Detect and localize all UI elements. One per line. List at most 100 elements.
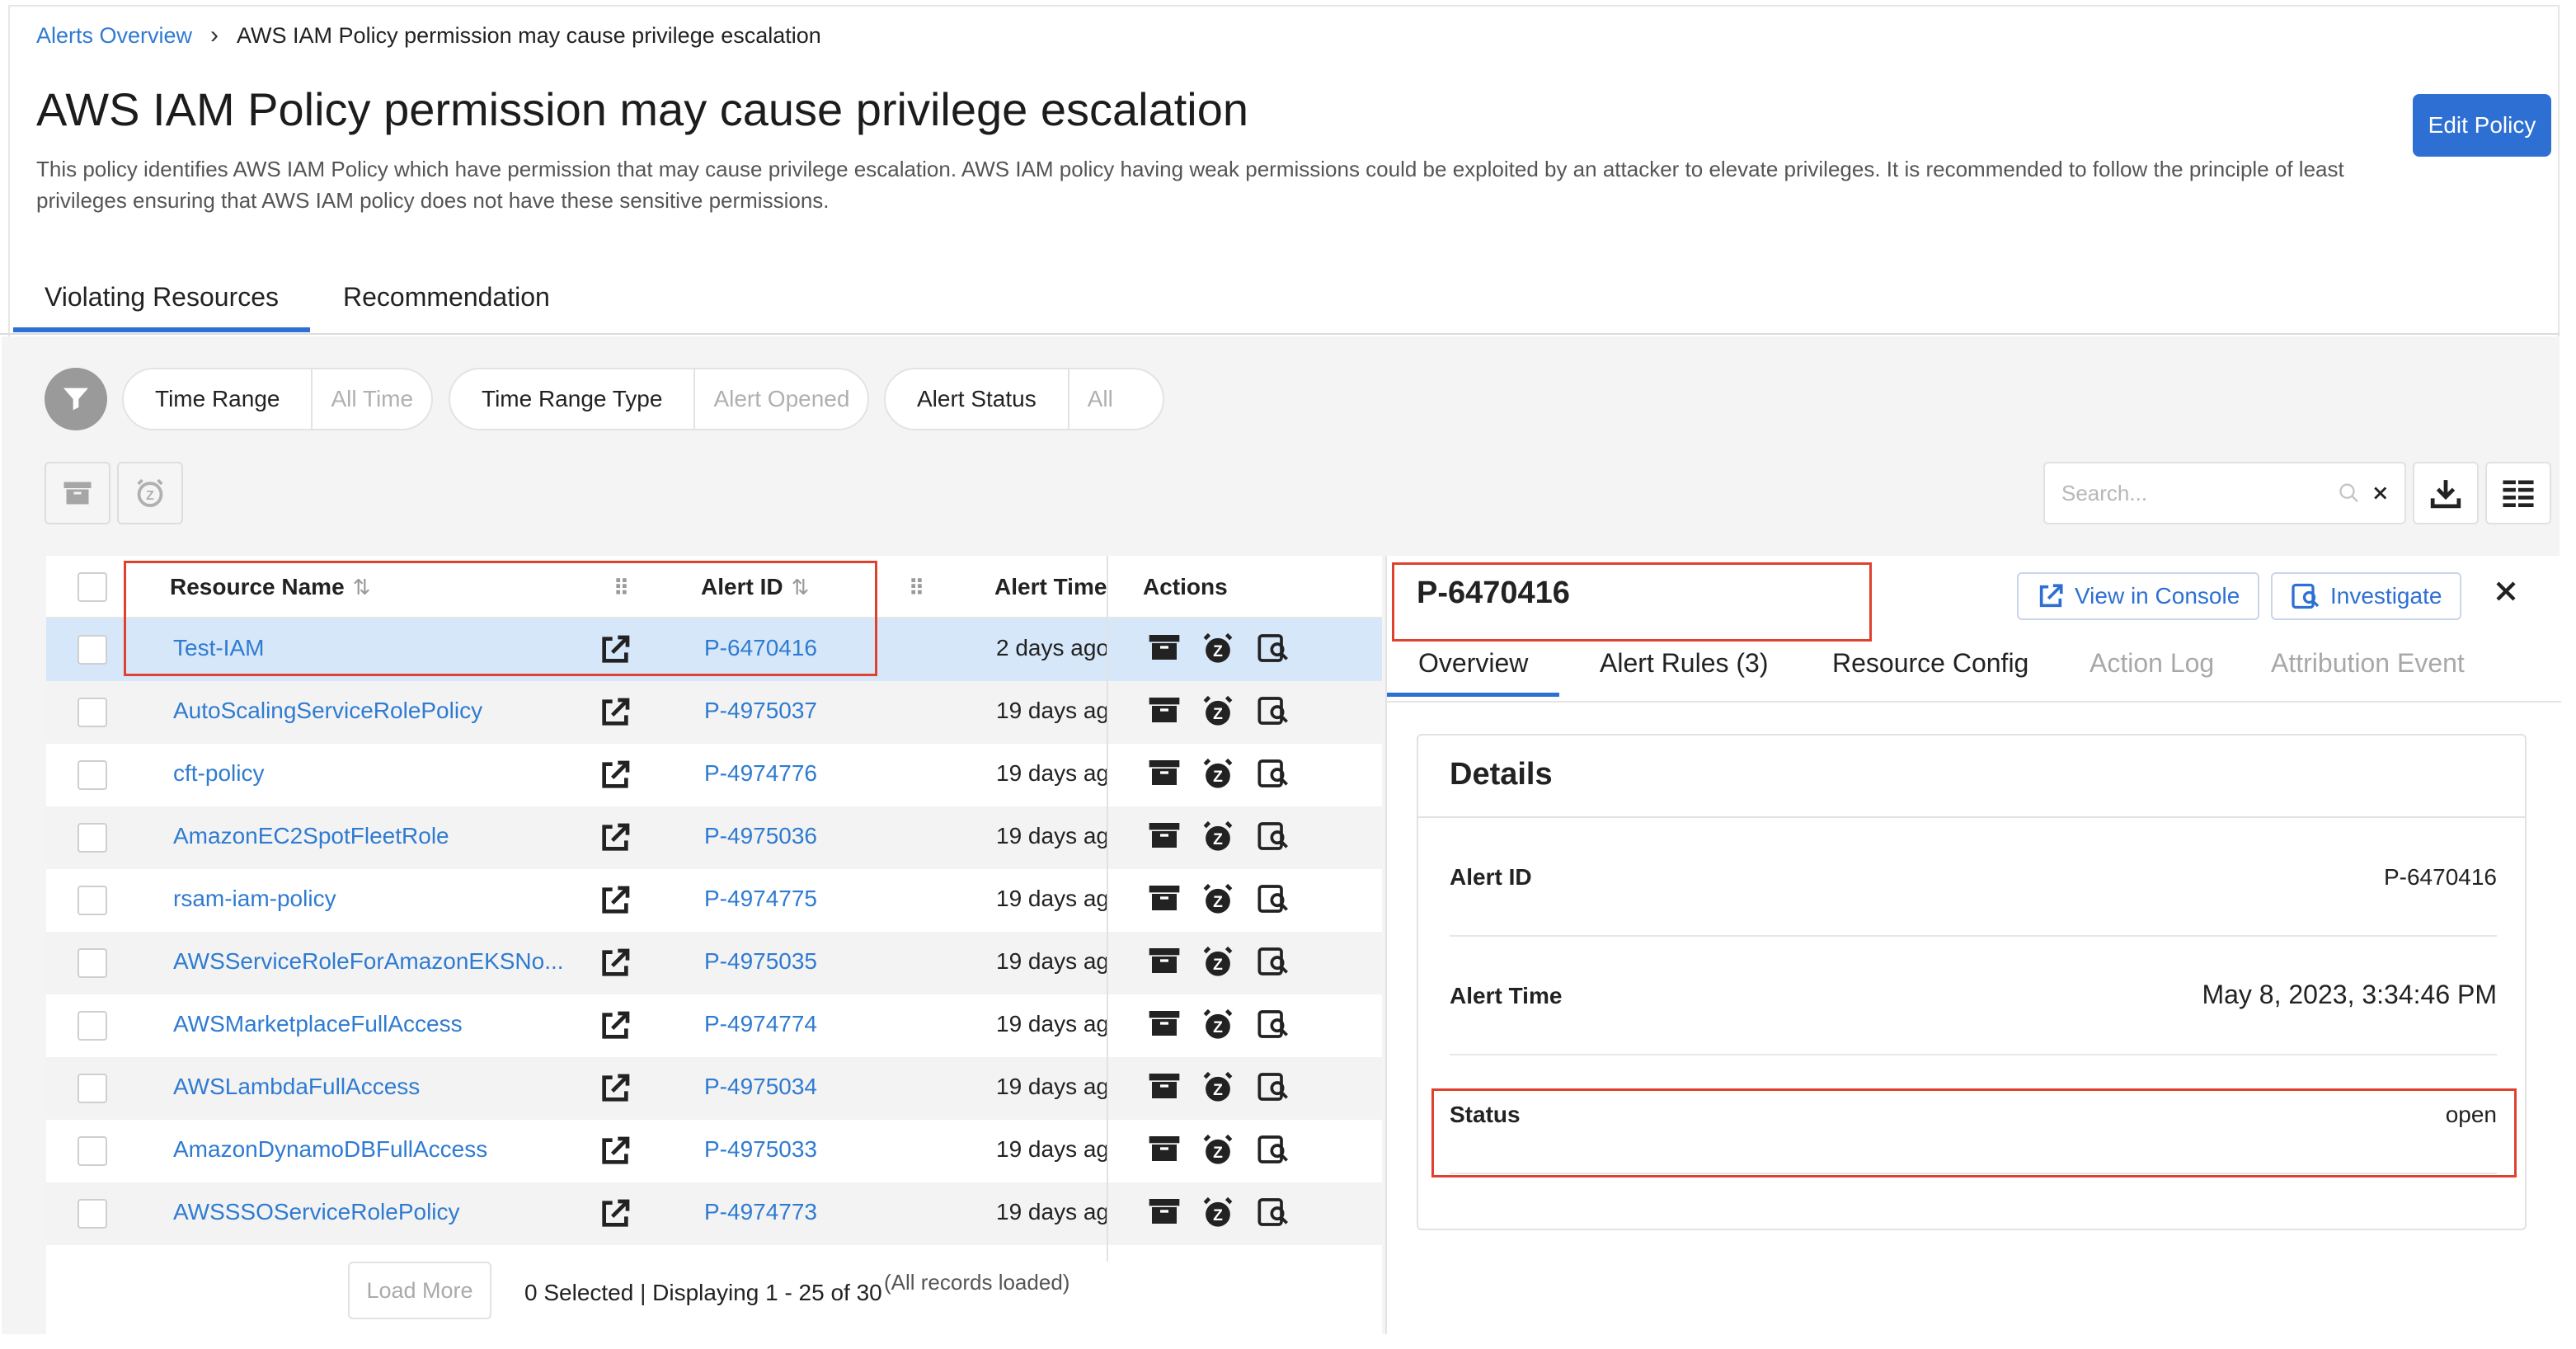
sort-icon[interactable]: ⇅	[353, 575, 371, 600]
close-panel-icon[interactable]	[2494, 579, 2518, 604]
alert-id-link[interactable]: P-4975035	[704, 948, 817, 975]
dismiss-action-archive-icon[interactable]	[1148, 694, 1181, 731]
breadcrumb-alerts-overview[interactable]: Alerts Overview	[36, 23, 192, 49]
investigate-action-icon[interactable]	[1257, 882, 1290, 921]
table-row[interactable]: AutoScalingServiceRolePolicy P-4975037 19 …	[46, 681, 1382, 744]
panel-tab-attribution-event[interactable]: Attribution Event	[2271, 648, 2465, 679]
column-header-resource-name[interactable]: Resource Name ⇅	[170, 574, 370, 600]
external-link-icon[interactable]	[599, 821, 632, 860]
dismiss-action-archive-icon[interactable]	[1148, 882, 1181, 919]
filter-icon[interactable]	[45, 368, 107, 430]
investigate-action-icon[interactable]	[1257, 1008, 1290, 1046]
row-checkbox[interactable]	[78, 1199, 107, 1229]
resource-name-link[interactable]: AmazonDynamoDBFullAccess	[173, 1136, 602, 1163]
dismiss-action-archive-icon[interactable]	[1148, 632, 1181, 669]
external-link-icon[interactable]	[599, 884, 632, 923]
row-checkbox[interactable]	[78, 1136, 107, 1166]
alert-id-link[interactable]: P-4974774	[704, 1011, 817, 1037]
resource-name-link[interactable]: AutoScalingServiceRolePolicy	[173, 698, 602, 724]
row-checkbox[interactable]	[78, 1011, 107, 1041]
external-link-icon[interactable]	[599, 1009, 632, 1048]
table-row[interactable]: AmazonEC2SpotFleetRole P-4975036 19 days a…	[46, 806, 1382, 869]
alert-id-link[interactable]: P-4974773	[704, 1199, 817, 1225]
filter-time-range[interactable]: Time Range All Time	[122, 368, 434, 430]
investigate-action-icon[interactable]	[1257, 1196, 1290, 1234]
row-checkbox[interactable]	[78, 823, 107, 853]
dismiss-action-archive-icon[interactable]	[1148, 820, 1181, 857]
select-all-checkbox[interactable]	[78, 572, 107, 602]
dismiss-action-archive-icon[interactable]	[1148, 1008, 1181, 1045]
search-input[interactable]	[2061, 480, 2338, 506]
resource-name-link[interactable]: cft-policy	[173, 760, 602, 787]
investigate-action-icon[interactable]	[1257, 757, 1290, 796]
table-row[interactable]: AWSServiceRoleForAmazonEKSNo... P-4975035…	[46, 932, 1382, 994]
investigate-action-icon[interactable]	[1257, 820, 1290, 858]
resource-name-link[interactable]: AmazonEC2SpotFleetRole	[173, 823, 602, 849]
load-more-button[interactable]: Load More	[348, 1262, 491, 1319]
investigate-action-icon[interactable]	[1257, 945, 1290, 984]
row-checkbox[interactable]	[78, 948, 107, 978]
external-link-icon[interactable]	[599, 633, 632, 672]
investigate-action-icon[interactable]	[1257, 632, 1290, 670]
panel-tab-alert-rules[interactable]: Alert Rules (3)	[1600, 648, 1769, 679]
dismiss-action-archive-icon[interactable]	[1148, 945, 1181, 982]
snooze-action-alarm-icon[interactable]: Z	[1201, 882, 1235, 923]
resource-name-link[interactable]: AWSServiceRoleForAmazonEKSNo...	[173, 948, 602, 975]
snooze-action-alarm-icon[interactable]: Z	[1201, 632, 1235, 672]
resource-name-link[interactable]: AWSSSOServiceRolePolicy	[173, 1199, 602, 1225]
edit-policy-button[interactable]: Edit Policy	[2413, 94, 2551, 157]
external-link-icon[interactable]	[599, 1197, 632, 1236]
snooze-action-alarm-icon[interactable]: Z	[1201, 1196, 1235, 1236]
row-checkbox[interactable]	[78, 635, 107, 665]
external-link-icon[interactable]	[599, 1135, 632, 1173]
sort-icon[interactable]: ⇅	[792, 575, 810, 600]
panel-tab-resource-config[interactable]: Resource Config	[1832, 648, 2028, 679]
filter-alert-status[interactable]: Alert Status All	[884, 368, 1164, 430]
column-header-alert-time[interactable]: Alert Time	[994, 574, 1107, 600]
snooze-action-alarm-icon[interactable]: Z	[1201, 1008, 1235, 1048]
table-row[interactable]: AWSMarketplaceFullAccess P-4974774 19 days…	[46, 994, 1382, 1057]
investigate-action-icon[interactable]	[1257, 1133, 1290, 1172]
external-link-icon[interactable]	[599, 947, 632, 985]
resource-name-link[interactable]: rsam-iam-policy	[173, 886, 602, 912]
row-checkbox[interactable]	[78, 698, 107, 727]
dismiss-action-archive-icon[interactable]	[1148, 1133, 1181, 1170]
tab-recommendation[interactable]: Recommendation	[343, 282, 550, 313]
investigate-action-icon[interactable]	[1257, 694, 1290, 733]
external-link-icon[interactable]	[599, 1072, 632, 1111]
alert-id-link[interactable]: P-4975037	[704, 698, 817, 724]
dismiss-action-archive-icon[interactable]	[1148, 1070, 1181, 1107]
snooze-action-alarm-icon[interactable]: Z	[1201, 757, 1235, 797]
drag-handle-icon[interactable]: ⠿	[613, 576, 629, 601]
row-checkbox[interactable]	[78, 886, 107, 915]
investigate-button[interactable]: Investigate	[2271, 572, 2462, 620]
bulk-snooze-button[interactable]: Z	[117, 462, 183, 524]
snooze-action-alarm-icon[interactable]: Z	[1201, 1070, 1235, 1111]
investigate-action-icon[interactable]	[1257, 1070, 1290, 1109]
tab-violating-resources[interactable]: Violating Resources	[12, 282, 311, 332]
resource-name-link[interactable]: Test-IAM	[173, 635, 602, 661]
alert-id-link[interactable]: P-4975033	[704, 1136, 817, 1163]
alert-id-link[interactable]: P-6470416	[704, 635, 817, 661]
resource-name-link[interactable]: AWSMarketplaceFullAccess	[173, 1011, 602, 1037]
drag-handle-icon[interactable]: ⠿	[909, 576, 924, 601]
alert-id-link[interactable]: P-4975034	[704, 1074, 817, 1100]
panel-tab-action-log[interactable]: Action Log	[2089, 648, 2214, 679]
column-header-alert-id[interactable]: Alert ID ⇅	[701, 574, 809, 600]
view-in-console-button[interactable]: View in Console	[2017, 572, 2260, 620]
alert-id-link[interactable]: P-4974775	[704, 886, 817, 912]
snooze-action-alarm-icon[interactable]: Z	[1201, 694, 1235, 735]
snooze-action-alarm-icon[interactable]: Z	[1201, 820, 1235, 860]
table-row[interactable]: cft-policy P-4974776 19 days ago Z	[46, 744, 1382, 806]
external-link-icon[interactable]	[599, 759, 632, 797]
alert-id-link[interactable]: P-4975036	[704, 823, 817, 849]
column-settings-button[interactable]	[2485, 462, 2551, 524]
table-row[interactable]: AWSLambdaFullAccess P-4975034 19 days ago Z	[46, 1057, 1382, 1120]
bulk-dismiss-button[interactable]	[45, 462, 110, 524]
table-row[interactable]: Test-IAM P-6470416 2 days ago Z	[46, 618, 1382, 681]
row-checkbox[interactable]	[78, 760, 107, 790]
resource-name-link[interactable]: AWSLambdaFullAccess	[173, 1074, 602, 1100]
snooze-action-alarm-icon[interactable]: Z	[1201, 945, 1235, 985]
filter-time-range-type[interactable]: Time Range Type Alert Opened	[449, 368, 870, 430]
dismiss-action-archive-icon[interactable]	[1148, 757, 1181, 794]
